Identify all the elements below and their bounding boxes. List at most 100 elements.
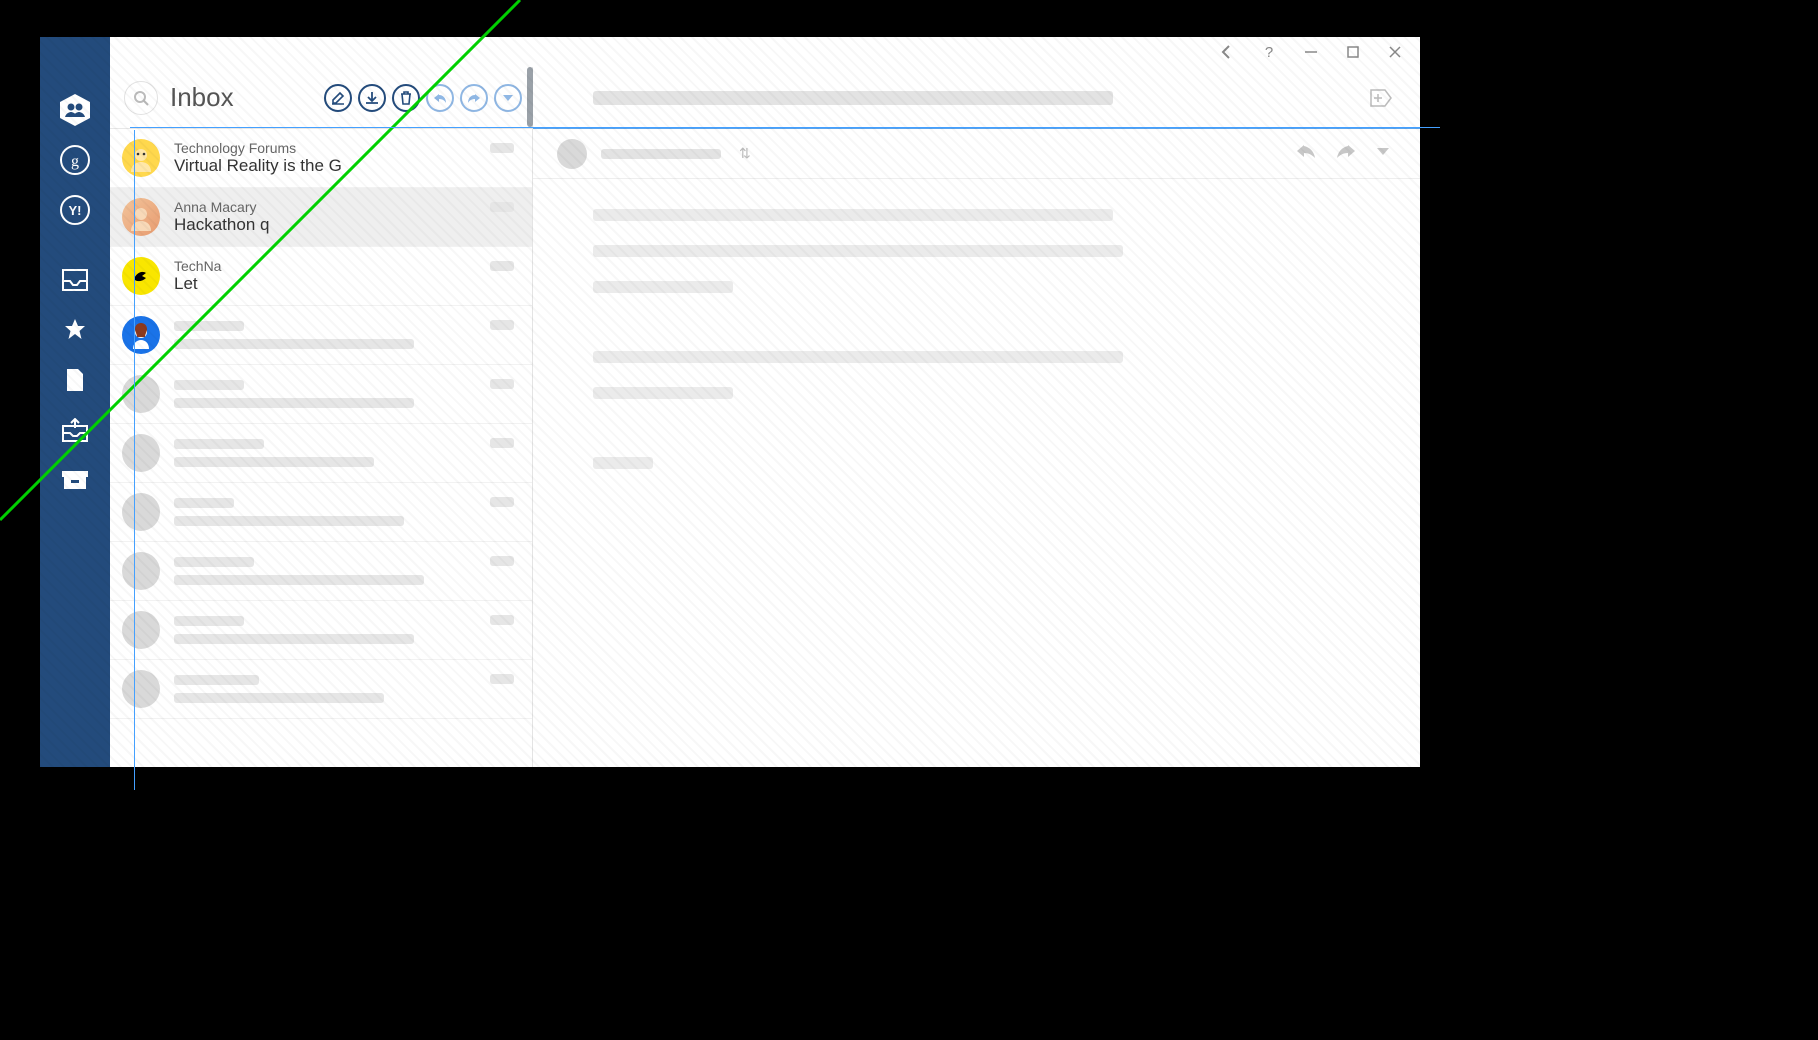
svg-text:g: g xyxy=(71,153,79,170)
list-item[interactable]: Anna Macary Hackathon q xyxy=(110,188,532,247)
reply-button[interactable] xyxy=(426,84,454,112)
trash-icon xyxy=(399,91,413,105)
sidebar-google[interactable]: g xyxy=(56,141,94,179)
page-title: Inbox xyxy=(170,82,234,113)
avatar xyxy=(122,198,160,236)
titlebar: ? xyxy=(110,37,1420,67)
message-date xyxy=(490,320,514,330)
message-subject: Hackathon q xyxy=(174,215,476,235)
message-date xyxy=(490,143,514,153)
minimize-icon xyxy=(1304,45,1318,59)
chevron-down-icon xyxy=(502,92,514,104)
help-icon: ? xyxy=(1262,44,1276,60)
close-button[interactable] xyxy=(1376,38,1414,66)
sidebar-contacts[interactable] xyxy=(56,91,94,129)
list-item[interactable] xyxy=(110,306,532,365)
avatar xyxy=(557,139,587,169)
close-icon xyxy=(1388,45,1402,59)
download-button[interactable] xyxy=(358,84,386,112)
chevron-down-icon xyxy=(1376,147,1390,157)
compose-button[interactable] xyxy=(324,84,352,112)
svg-text:?: ? xyxy=(1265,44,1273,60)
minimize-button[interactable] xyxy=(1292,38,1330,66)
maximize-button[interactable] xyxy=(1334,38,1372,66)
app-window: g Y! xyxy=(40,37,1420,767)
message-date xyxy=(490,674,514,684)
reading-pane: ⇅ xyxy=(533,67,1420,767)
list-item[interactable]: Technology Forums Virtual Reality is the… xyxy=(110,129,532,188)
avatar xyxy=(122,611,160,649)
download-icon xyxy=(365,91,379,105)
hamburger-icon[interactable] xyxy=(62,49,88,75)
avatar xyxy=(122,375,160,413)
message-date xyxy=(490,202,514,212)
sidebar: g Y! xyxy=(40,37,110,767)
sidebar-yahoo[interactable]: Y! xyxy=(56,191,94,229)
inbox-icon xyxy=(62,269,88,291)
help-button[interactable]: ? xyxy=(1250,38,1288,66)
reading-reply-button[interactable] xyxy=(1296,144,1316,163)
reading-forward-button[interactable] xyxy=(1336,144,1356,163)
list-item[interactable]: TechNa Let xyxy=(110,247,532,306)
message-list-pane: Inbox xyxy=(110,67,533,767)
more-button[interactable] xyxy=(494,84,522,112)
delete-button[interactable] xyxy=(392,84,420,112)
scrollbar-thumb[interactable] xyxy=(527,67,533,127)
google-icon: g xyxy=(59,144,91,176)
maximize-icon xyxy=(1346,45,1360,59)
message-list[interactable]: Technology Forums Virtual Reality is the… xyxy=(110,129,532,767)
list-item[interactable] xyxy=(110,483,532,542)
forward-icon xyxy=(467,91,481,105)
back-button[interactable] xyxy=(1208,38,1246,66)
avatar xyxy=(122,552,160,590)
message-date xyxy=(490,615,514,625)
avatar xyxy=(122,493,160,531)
outbox-icon xyxy=(62,418,88,442)
list-item[interactable] xyxy=(110,660,532,719)
reading-from xyxy=(601,149,721,159)
message-from: TechNa xyxy=(174,258,476,274)
sort-indicator[interactable]: ⇅ xyxy=(739,145,751,162)
sidebar-drafts[interactable] xyxy=(56,361,94,399)
search-button[interactable] xyxy=(124,81,158,115)
sidebar-inbox[interactable] xyxy=(56,261,94,299)
yahoo-icon: Y! xyxy=(59,194,91,226)
list-item[interactable] xyxy=(110,424,532,483)
forward-button[interactable] xyxy=(460,84,488,112)
forward-icon xyxy=(1336,144,1356,158)
message-subject: Let xyxy=(174,274,476,294)
list-item[interactable] xyxy=(110,542,532,601)
tag-button[interactable] xyxy=(1368,87,1394,109)
message-date xyxy=(490,438,514,448)
sidebar-sent[interactable] xyxy=(56,411,94,449)
svg-text:Y!: Y! xyxy=(69,203,82,218)
reply-icon xyxy=(433,91,447,105)
sidebar-archive[interactable] xyxy=(56,461,94,499)
list-item[interactable] xyxy=(110,365,532,424)
tag-plus-icon xyxy=(1370,89,1392,107)
reading-subject xyxy=(593,91,1113,105)
list-item[interactable] xyxy=(110,601,532,660)
search-icon xyxy=(133,90,149,106)
main-area: ? xyxy=(110,37,1420,767)
message-date xyxy=(490,556,514,566)
reply-icon xyxy=(1296,144,1316,158)
message-subject: Virtual Reality is the G xyxy=(174,156,476,176)
archive-icon xyxy=(61,470,89,490)
chevron-left-icon xyxy=(1220,45,1234,59)
reading-meta: ⇅ xyxy=(533,129,1420,179)
message-date xyxy=(490,497,514,507)
content-split: Inbox xyxy=(110,67,1420,767)
avatar xyxy=(122,670,160,708)
reading-more-button[interactable] xyxy=(1376,144,1390,163)
compose-icon xyxy=(331,91,345,105)
avatar xyxy=(122,316,160,354)
message-from: Technology Forums xyxy=(174,140,476,156)
avatar xyxy=(122,257,160,295)
list-toolbar xyxy=(324,84,532,112)
avatar xyxy=(122,139,160,177)
message-date xyxy=(490,379,514,389)
message-date xyxy=(490,261,514,271)
list-header: Inbox xyxy=(110,67,532,129)
sidebar-starred[interactable] xyxy=(56,311,94,349)
